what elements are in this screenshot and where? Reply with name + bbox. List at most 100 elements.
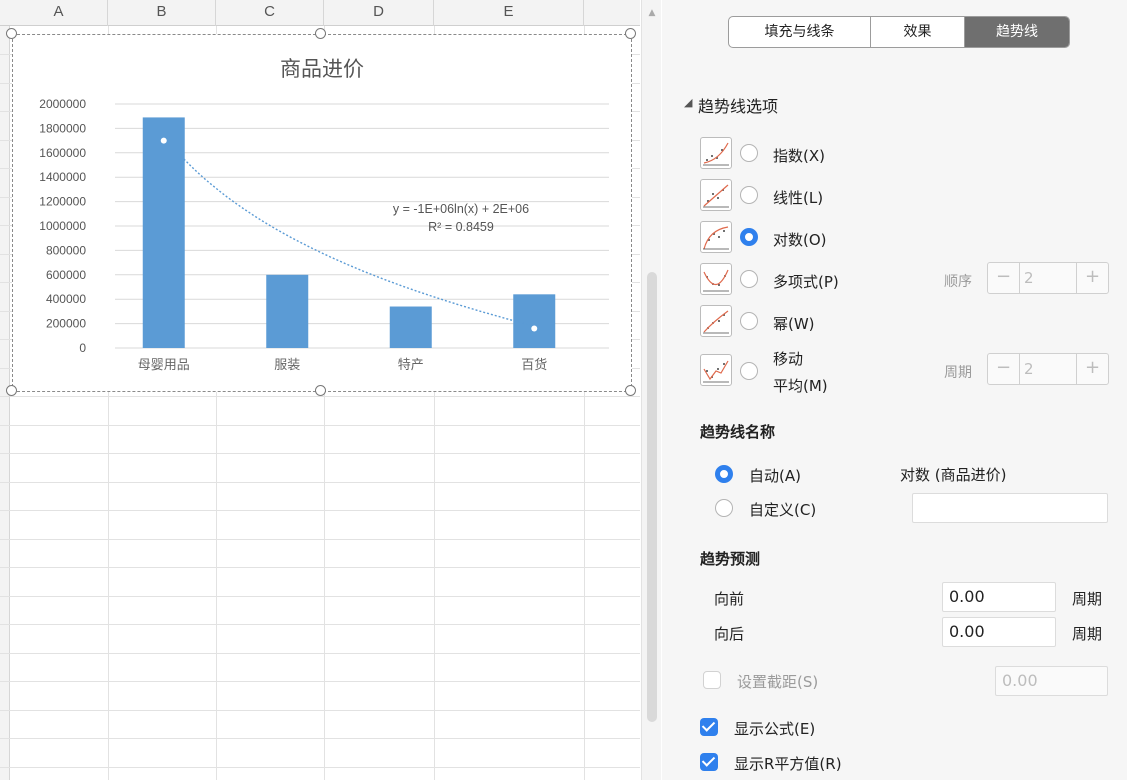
y-tick-label[interactable]: 0 (79, 341, 86, 355)
x-category-label[interactable]: 服装 (274, 358, 300, 373)
y-tick-label[interactable]: 1200000 (39, 195, 86, 209)
backward-input[interactable]: 0.00 (942, 617, 1056, 647)
trendline[interactable] (183, 158, 535, 327)
period-label: 周期 (944, 365, 972, 381)
grid-row-line (0, 453, 640, 454)
grid-row-line (0, 510, 640, 511)
moving-average-trend-icon[interactable] (700, 354, 732, 386)
tab-fill-line[interactable]: 填充与线条 (729, 17, 871, 47)
forecast-title: 趋势预测 (700, 550, 761, 568)
bar[interactable] (266, 274, 309, 348)
period-decrement-button: − (988, 354, 1020, 384)
trendline-name-title: 趋势线名称 (700, 423, 776, 441)
bar[interactable] (142, 117, 185, 348)
chart-object[interactable]: 商品进价 2000000 1800000 1600000 1400000 1200000… (6, 28, 636, 396)
resize-handle-bottom-left[interactable] (6, 385, 17, 396)
intercept-checkbox (703, 671, 721, 689)
y-tick-label[interactable]: 600000 (46, 268, 86, 282)
y-tick-label[interactable]: 1600000 (39, 146, 86, 160)
grid-row-line (0, 425, 640, 426)
power-trend-icon[interactable] (700, 305, 732, 337)
x-category-label[interactable]: 特产 (398, 358, 424, 373)
label-power[interactable]: 幂(W) (773, 313, 815, 334)
section-title-trendline-options[interactable]: 趋势线选项 (698, 93, 778, 117)
column-header-d[interactable]: D (324, 0, 434, 26)
radio-linear[interactable] (740, 186, 758, 204)
grid-row-line (0, 396, 640, 397)
column-header-a[interactable]: A (10, 0, 108, 26)
show-r2-label[interactable]: 显示R平方值(R) (734, 753, 842, 774)
intercept-label: 设置截距(S) (737, 673, 819, 691)
data-marker[interactable] (160, 137, 167, 144)
bar[interactable] (513, 294, 556, 348)
x-category-label[interactable]: 百货 (521, 357, 547, 373)
trendline-equation[interactable]: y = -1E+06ln(x) + 2E+06 (393, 202, 529, 216)
order-value: 2 (1024, 269, 1034, 287)
radio-name-custom[interactable] (715, 499, 733, 517)
y-tick-label[interactable]: 1000000 (39, 219, 86, 233)
auto-name-value: 对数 (商品进价) (900, 466, 1007, 484)
panel-tabs: 填充与线条 效果 趋势线 (728, 16, 1070, 48)
order-increment-button: + (1076, 263, 1108, 293)
radio-logarithmic[interactable] (740, 228, 758, 246)
column-header-e[interactable]: E (434, 0, 584, 26)
order-decrement-button: − (988, 263, 1020, 293)
radio-power[interactable] (740, 312, 758, 330)
column-header-b[interactable]: B (108, 0, 216, 26)
bar[interactable] (389, 306, 432, 348)
label-logarithmic[interactable]: 对数(O) (773, 229, 827, 250)
chart-plot[interactable]: 2000000180000016000001400000120000010000… (13, 35, 633, 393)
show-equation-label[interactable]: 显示公式(E) (734, 718, 815, 739)
order-stepper: − 2 + (987, 262, 1109, 294)
polynomial-trend-icon[interactable] (700, 263, 732, 295)
resize-handle-top[interactable] (315, 28, 326, 39)
grid-row-line (0, 653, 640, 654)
tab-trendline[interactable]: 趋势线 (965, 17, 1069, 47)
y-tick-label[interactable]: 200000 (46, 317, 86, 331)
spreadsheet-area[interactable]: A B C D E 商品进价 2000000 1800000 1600000 1400… (0, 0, 640, 780)
label-polynomial[interactable]: 多项式(P) (773, 271, 839, 292)
column-header-bar: A B C D E (0, 0, 640, 26)
y-tick-label[interactable]: 400000 (46, 292, 86, 306)
y-tick-label[interactable]: 1800000 (39, 121, 86, 135)
scrollbar-thumb[interactable] (647, 272, 657, 722)
resize-handle-top-right[interactable] (625, 28, 636, 39)
y-tick-label[interactable]: 2000000 (39, 97, 86, 111)
grid-row-line (0, 596, 640, 597)
label-moving-average-line2[interactable]: 平均(M) (773, 375, 828, 396)
custom-name-input[interactable] (912, 493, 1108, 523)
forward-input[interactable]: 0.00 (942, 582, 1056, 612)
y-tick-label[interactable]: 1400000 (39, 170, 86, 184)
resize-handle-top-left[interactable] (6, 28, 17, 39)
radio-polynomial[interactable] (740, 270, 758, 288)
label-exponential[interactable]: 指数(X) (773, 145, 825, 166)
collapse-triangle-icon[interactable]: ◢ (684, 96, 692, 109)
data-marker[interactable] (531, 325, 538, 332)
logarithmic-trend-icon[interactable] (700, 221, 732, 253)
resize-handle-bottom-right[interactable] (625, 385, 636, 396)
forward-unit: 周期 (1072, 590, 1103, 608)
vertical-scrollbar[interactable]: ▲ (641, 0, 661, 780)
trendline-r-squared[interactable]: R² = 0.8459 (428, 220, 494, 234)
column-header-c[interactable]: C (216, 0, 324, 26)
label-moving-average-line1[interactable]: 移动 (773, 348, 803, 369)
order-label: 顺序 (944, 274, 972, 290)
label-name-auto[interactable]: 自动(A) (749, 465, 801, 486)
grid-row-line (0, 482, 640, 483)
exponential-trend-icon[interactable] (700, 137, 732, 169)
show-equation-checkbox[interactable] (700, 718, 718, 736)
x-category-label[interactable]: 母婴用品 (138, 358, 190, 373)
label-linear[interactable]: 线性(L) (773, 187, 823, 208)
resize-handle-bottom[interactable] (315, 385, 326, 396)
y-tick-label[interactable]: 800000 (46, 243, 86, 257)
label-name-custom[interactable]: 自定义(C) (749, 499, 816, 520)
radio-exponential[interactable] (740, 144, 758, 162)
scroll-up-icon[interactable]: ▲ (647, 8, 657, 18)
radio-name-auto[interactable] (715, 465, 733, 483)
period-stepper: − 2 + (987, 353, 1109, 385)
tab-effects[interactable]: 效果 (871, 17, 965, 47)
grid-row-line (0, 624, 640, 625)
radio-moving-average[interactable] (740, 362, 758, 380)
linear-trend-icon[interactable] (700, 179, 732, 211)
show-r2-checkbox[interactable] (700, 753, 718, 771)
